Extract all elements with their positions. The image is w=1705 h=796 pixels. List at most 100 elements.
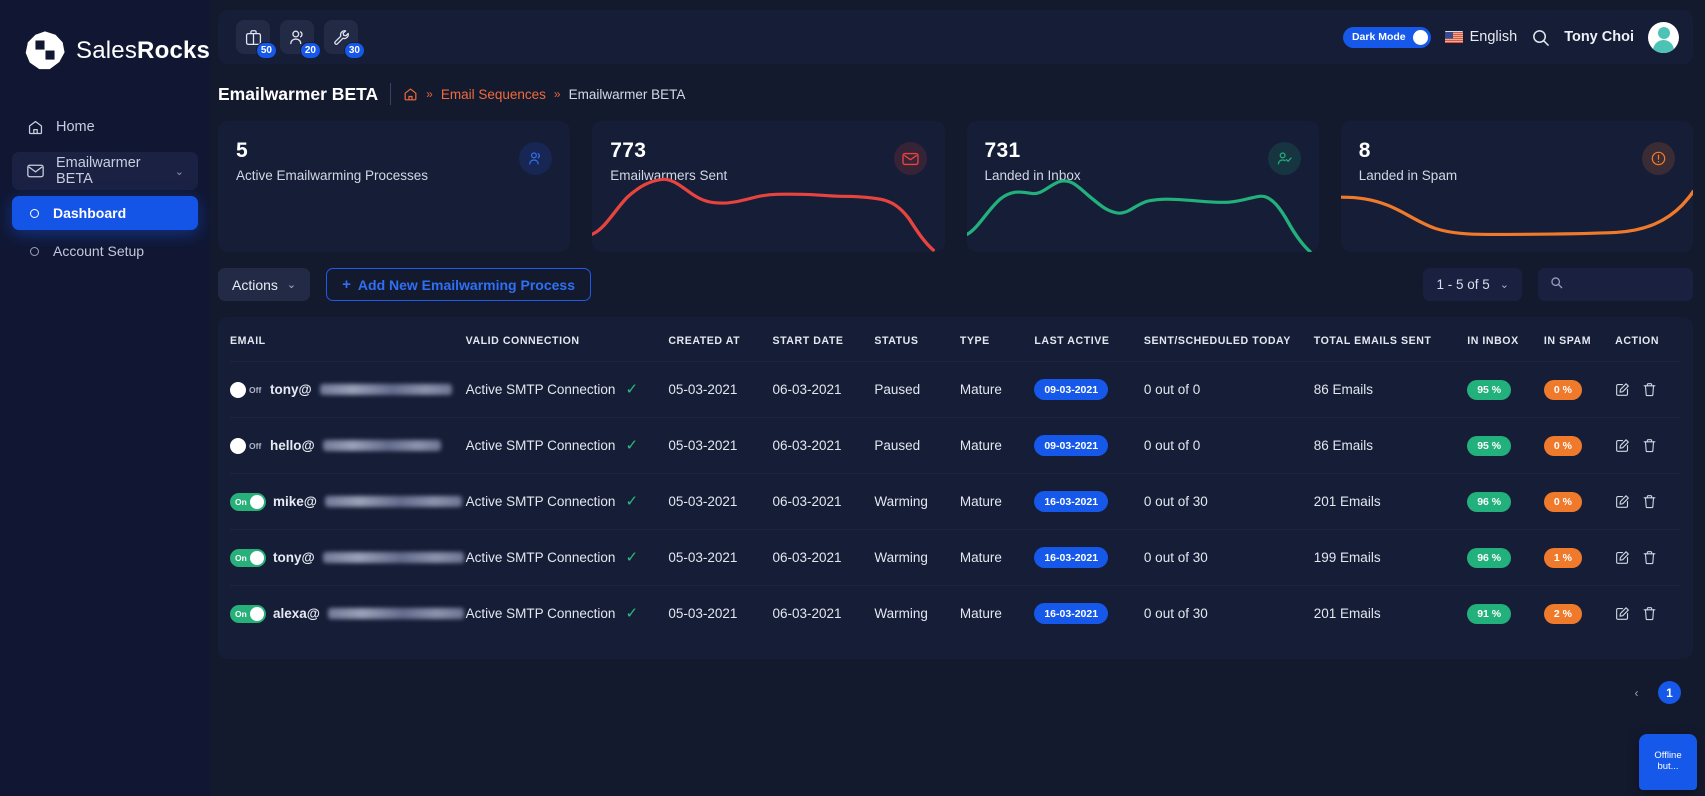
trash-icon[interactable] (1642, 494, 1657, 509)
toggle-knob (230, 438, 246, 454)
table-row: Off hello@ Active SMTP Connection ✓ 05-0… (230, 418, 1681, 474)
stat-card-landed-in-spam: 8 Landed in Spam (1341, 121, 1693, 252)
table-body: Off tony@ Active SMTP Connection ✓ 05-03… (230, 362, 1681, 642)
email-redacted (323, 440, 441, 451)
toggle-label: Off (249, 385, 261, 395)
email-address: alexa@ (273, 606, 320, 621)
col-type: TYPE (960, 317, 1035, 362)
cell-email: On mike@ (230, 474, 466, 530)
edit-icon[interactable] (1615, 550, 1630, 565)
offline-line-2: but... (1657, 762, 1678, 773)
chevron-down-icon[interactable]: ⌄ (175, 165, 184, 178)
cell-email: Off hello@ (230, 418, 466, 474)
cell-email: On tony@ (230, 530, 466, 586)
app-root: SalesRocks Home (0, 0, 1705, 796)
trash-icon[interactable] (1642, 550, 1657, 565)
edit-icon[interactable] (1615, 382, 1630, 397)
cell-sent-scheduled-today: 0 out of 0 (1144, 362, 1314, 418)
status-toggle[interactable]: Off (230, 437, 263, 455)
search-icon (1550, 276, 1563, 294)
page-number-1[interactable]: 1 (1658, 681, 1681, 704)
avatar[interactable] (1648, 22, 1679, 53)
status-toggle[interactable]: On (230, 605, 266, 623)
trash-icon[interactable] (1642, 606, 1657, 621)
sidebar-item-label: Home (56, 119, 95, 135)
wrench-button[interactable]: 30 (324, 20, 358, 54)
in-spam-badge: 1 % (1544, 548, 1582, 568)
col-connection: VALID CONNECTION (466, 317, 669, 362)
cell-in-spam: 1 % (1544, 530, 1615, 586)
connection-label: Active SMTP Connection (466, 606, 616, 621)
cell-in-inbox: 91 % (1467, 586, 1544, 642)
in-inbox-badge: 91 % (1467, 604, 1511, 624)
in-spam-badge: 2 % (1544, 604, 1582, 624)
offline-chat-widget[interactable]: Offline but... (1639, 734, 1697, 790)
toggle-label: On (235, 497, 247, 507)
divider (390, 83, 391, 105)
chevron-down-icon: ⌄ (287, 278, 296, 291)
cell-last-active: 09-03-2021 (1034, 362, 1144, 418)
check-icon: ✓ (625, 494, 638, 509)
cell-type: Mature (960, 418, 1035, 474)
badge-count: 30 (344, 42, 365, 59)
cell-in-inbox: 96 % (1467, 474, 1544, 530)
edit-icon[interactable] (1615, 438, 1630, 453)
status-toggle[interactable]: Off (230, 381, 263, 399)
home-icon[interactable] (403, 87, 418, 102)
cell-valid-connection: Active SMTP Connection ✓ (466, 530, 669, 586)
user-name[interactable]: Tony Choi (1564, 29, 1634, 45)
col-status: STATUS (874, 317, 959, 362)
edit-icon[interactable] (1615, 494, 1630, 509)
actions-button[interactable]: Actions ⌄ (218, 268, 310, 301)
edit-icon[interactable] (1615, 606, 1630, 621)
toggle-knob (1413, 30, 1428, 45)
sidebar-item-label: Dashboard (53, 205, 126, 221)
add-new-emailwarming-process-button[interactable]: + Add New Emailwarming Process (326, 268, 591, 301)
sidebar-item-dashboard[interactable]: Dashboard (12, 196, 198, 230)
sidebar-nav: Home Emailwarmer BETA ⌄ Dashboard Accou (0, 108, 210, 268)
prev-page-button[interactable]: ‹ (1625, 681, 1648, 704)
avatar-head (1658, 27, 1670, 39)
sparkline-red (592, 164, 944, 252)
status-toggle[interactable]: On (230, 493, 266, 511)
cell-action (1615, 586, 1681, 642)
col-created-at: CREATED AT (668, 317, 772, 362)
badge-count: 20 (300, 42, 321, 59)
sidebar-item-emailwarmer[interactable]: Emailwarmer BETA ⌄ (12, 152, 198, 190)
cell-status: Paused (874, 418, 959, 474)
cell-action (1615, 362, 1681, 418)
cell-status: Warming (874, 530, 959, 586)
breadcrumb-link[interactable]: Email Sequences (441, 87, 546, 102)
table-toolbar: Actions ⌄ + Add New Emailwarming Process… (210, 252, 1705, 301)
stat-number: 8 (1341, 121, 1693, 163)
table-row: On tony@ Active SMTP Connection ✓ 05-03-… (230, 530, 1681, 586)
in-inbox-badge: 95 % (1467, 436, 1511, 456)
status-toggle[interactable]: On (230, 549, 266, 567)
cell-last-active: 16-03-2021 (1034, 586, 1144, 642)
rows-per-page-selector[interactable]: 1 - 5 of 5 ⌄ (1423, 268, 1522, 301)
table-row: Off tony@ Active SMTP Connection ✓ 05-03… (230, 362, 1681, 418)
trash-icon[interactable] (1642, 438, 1657, 453)
cell-type: Mature (960, 474, 1035, 530)
search-box[interactable] (1538, 268, 1693, 301)
people-button[interactable]: 20 (280, 20, 314, 54)
toggle-knob (230, 382, 246, 398)
search-icon[interactable] (1531, 28, 1550, 47)
trash-icon[interactable] (1642, 382, 1657, 397)
cell-in-inbox: 96 % (1467, 530, 1544, 586)
language-selector[interactable]: English (1445, 29, 1518, 45)
cell-start-date: 06-03-2021 (772, 530, 874, 586)
connection-label: Active SMTP Connection (466, 382, 616, 397)
sidebar-item-home[interactable]: Home (12, 108, 198, 146)
search-input[interactable] (1571, 277, 1681, 292)
dark-mode-toggle[interactable]: Dark Mode (1343, 27, 1431, 48)
sidebar-item-label: Emailwarmer BETA (56, 155, 163, 187)
cell-in-spam: 0 % (1544, 418, 1615, 474)
cell-total-emails-sent: 86 Emails (1314, 418, 1467, 474)
briefcase-button[interactable]: 50 (236, 20, 270, 54)
last-active-badge: 09-03-2021 (1034, 379, 1108, 400)
sidebar-item-account-setup[interactable]: Account Setup (12, 234, 198, 268)
stat-number: 731 (967, 121, 1319, 163)
check-icon: ✓ (625, 438, 638, 453)
brand[interactable]: SalesRocks (0, 18, 210, 78)
